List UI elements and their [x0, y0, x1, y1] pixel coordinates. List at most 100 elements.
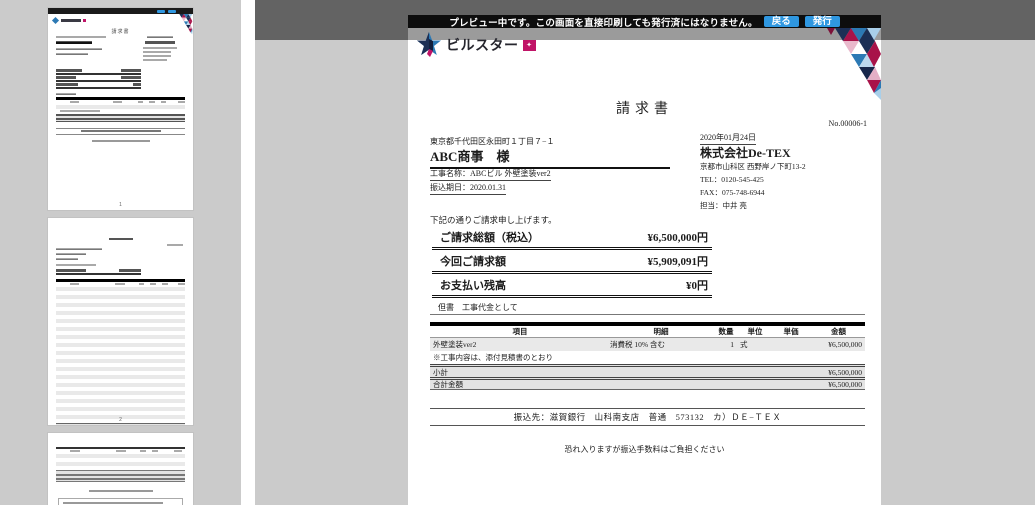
back-button[interactable]: 戻る — [763, 16, 799, 27]
thumb1-summary-row — [56, 68, 141, 75]
invoice-page-column: プレビュー中です。この画面を直接印刷しても発行済にはなりません。 戻る 発行 ビ… — [408, 0, 881, 505]
summary-value: ¥0円 — [686, 279, 708, 292]
thumb2-page-number: 2 — [119, 417, 122, 423]
table-header-row: 項目 明細 数量 単位 単価 金額 — [430, 326, 865, 338]
header-detail: 明細 — [653, 327, 669, 336]
thumb1-text-bar — [143, 47, 177, 49]
thumb1-text-bar — [143, 51, 171, 53]
preview-pane: プレビュー中です。この画面を直接印刷しても発行済にはなりません。 戻る 発行 ビ… — [255, 0, 1035, 505]
thumb1-summary-row — [56, 75, 141, 82]
bank-transfer-info: 振込先：滋賀銀行 山科南支店 普通 573132 カ）ＤＥ−ＴＥＸ — [430, 408, 865, 426]
thumb1-logo-text-bar — [61, 19, 81, 22]
thumb1-back-button-chip — [157, 9, 165, 13]
thumb1-total-row — [56, 117, 185, 122]
brand-name: ビルスター — [446, 37, 519, 53]
thumb2-address-block — [56, 248, 185, 266]
table-note: ※工事内容は、添付見積書のとおり — [433, 353, 553, 362]
thumb1-logo-badge — [83, 19, 86, 22]
cell-item: 外壁塗装ver2 — [433, 340, 477, 349]
deco-triangles — [827, 28, 881, 100]
thumb1-bank-row — [56, 127, 185, 135]
thumb1-text-bar — [56, 41, 92, 44]
sidebar-scrollbar[interactable] — [241, 0, 255, 505]
issuer-fax: FAX：075-748-6944 — [700, 188, 765, 197]
thumb1-text-bar — [143, 59, 167, 61]
total-row: 合計金額 ¥6,500,000 — [430, 377, 865, 390]
summary-row-current: 今回ご請求額 ¥5,909,091円 — [432, 250, 712, 274]
cell-detail: 消費税 10% 含む — [610, 340, 665, 349]
summary-value: ¥6,500,000円 — [647, 231, 709, 244]
thumb1-table — [56, 97, 185, 122]
invoice-title: 請求書 — [616, 102, 673, 117]
thumb1-text-bar — [143, 55, 171, 57]
thumb1-text-bar — [145, 41, 175, 44]
notice-message: プレビュー中です。この画面を直接印刷しても発行済にはなりません。 — [449, 17, 758, 29]
thumb1-footer-bar — [91, 139, 150, 142]
table-row: 外壁塗装ver2 消費税 10% 含む 1 式 ¥6,500,000 — [430, 338, 865, 351]
thumb1-text-bar — [56, 36, 106, 38]
thumbnail-panel: 請求書 1 2 — [0, 0, 241, 505]
thumb1-address-block — [56, 36, 185, 66]
invoice-number: No.00006-1 — [828, 119, 867, 128]
cell-qty: 1 — [730, 340, 734, 349]
summary-label: お支払い残高 — [440, 279, 506, 292]
thumb3-center-bar — [88, 489, 153, 492]
brand-badge-icon: ✦ — [522, 39, 536, 51]
thumb1-text-bar — [56, 48, 102, 50]
page-thumbnail-3[interactable] — [48, 433, 193, 505]
thumb1-table-row — [56, 104, 185, 109]
summary-label: 今回ご請求額 — [440, 255, 506, 268]
page-thumbnail-1[interactable]: 請求書 1 — [48, 8, 193, 210]
thumb2-summary-row — [56, 268, 141, 275]
thumb1-title: 請求書 — [111, 29, 130, 35]
total-value: ¥6,500,000 — [828, 380, 862, 389]
cell-amount: ¥6,500,000 — [828, 340, 862, 349]
invoice-preview-screen: 請求書 1 2 プレビュー中です。この画面を直接印刷しても発行済にはなりません。… — [0, 0, 1035, 505]
thumb3-table — [56, 447, 185, 482]
detail-table: 項目 明細 数量 単位 単価 金額 外壁塗装ver2 消費税 10% 含む 1 … — [430, 322, 865, 390]
summary-value: ¥5,909,091円 — [647, 255, 709, 268]
table-note-row: ※工事内容は、添付見積書のとおり — [430, 351, 865, 364]
project-name: 工事名称：ABCビル 外壁塗装ver2 — [430, 168, 551, 181]
subtotal-value: ¥6,500,000 — [828, 367, 862, 377]
thumb2-title-bar — [108, 238, 133, 240]
greeting-text: 下記の通りご請求申し上げます。 — [430, 215, 557, 225]
thumb1-header — [48, 14, 193, 35]
total-label: 合計金額 — [433, 380, 463, 389]
thumb3-total-row — [56, 477, 185, 482]
thumb1-proviso-bar — [56, 93, 76, 95]
header-item: 項目 — [512, 327, 528, 336]
summary-label: ご請求総額（税込） — [440, 231, 539, 244]
invoice-paper: 請求書 No.00006-1 東京都千代田区永田町１丁目７−１ ABC商事 様 … — [408, 40, 881, 505]
thumb1-text-bar — [56, 53, 88, 55]
issuer-address: 京都市山科区 西野岸ノ下町13-2 — [700, 162, 806, 171]
page-thumbnail-2[interactable]: 2 — [48, 218, 193, 425]
header-qty: 数量 — [718, 327, 734, 336]
thumb1-text-bar — [147, 36, 173, 38]
issuer-contact: 担当：中井 亮 — [700, 201, 747, 210]
summary-row-balance: お支払い残高 ¥0円 — [432, 274, 712, 298]
thumb1-summary — [56, 68, 141, 89]
subtotal-label: 小計 — [433, 367, 448, 377]
thumb1-page-number: 1 — [119, 202, 122, 208]
notice-bar: プレビュー中です。この画面を直接印刷しても発行済にはなりません。 戻る 発行 — [408, 15, 881, 29]
customer-name: ABC商事 様 — [430, 146, 670, 169]
thumb1-summary-row — [56, 82, 141, 89]
thumb2-table-rows — [56, 286, 185, 423]
subtotal-row: 小計 ¥6,500,000 — [430, 364, 865, 377]
brand-star-icon — [417, 32, 441, 57]
thumb3-table-rows — [56, 453, 185, 470]
header-unit-price: 単価 — [783, 327, 799, 336]
billing-summary: ご請求総額（税込） ¥6,500,000円 今回ご請求額 ¥5,909,091円… — [432, 226, 712, 298]
summary-row-total: ご請求総額（税込） ¥6,500,000円 — [432, 226, 712, 250]
brand-logo: ビルスター ✦ — [416, 30, 536, 60]
proviso-text: 但書 工事代金として — [438, 303, 518, 312]
issuer-tel: TEL：0120-545-425 — [700, 175, 764, 184]
thumb3-note-box — [58, 497, 183, 505]
payment-due-date: 振込期日：2020.01.31 — [430, 182, 506, 195]
thumb1-issue-button-chip — [168, 9, 176, 13]
thumb2-number-bar — [167, 244, 183, 246]
issue-button[interactable]: 発行 — [804, 16, 840, 27]
header-amount: 金額 — [831, 327, 846, 336]
proviso-underline — [430, 314, 865, 315]
